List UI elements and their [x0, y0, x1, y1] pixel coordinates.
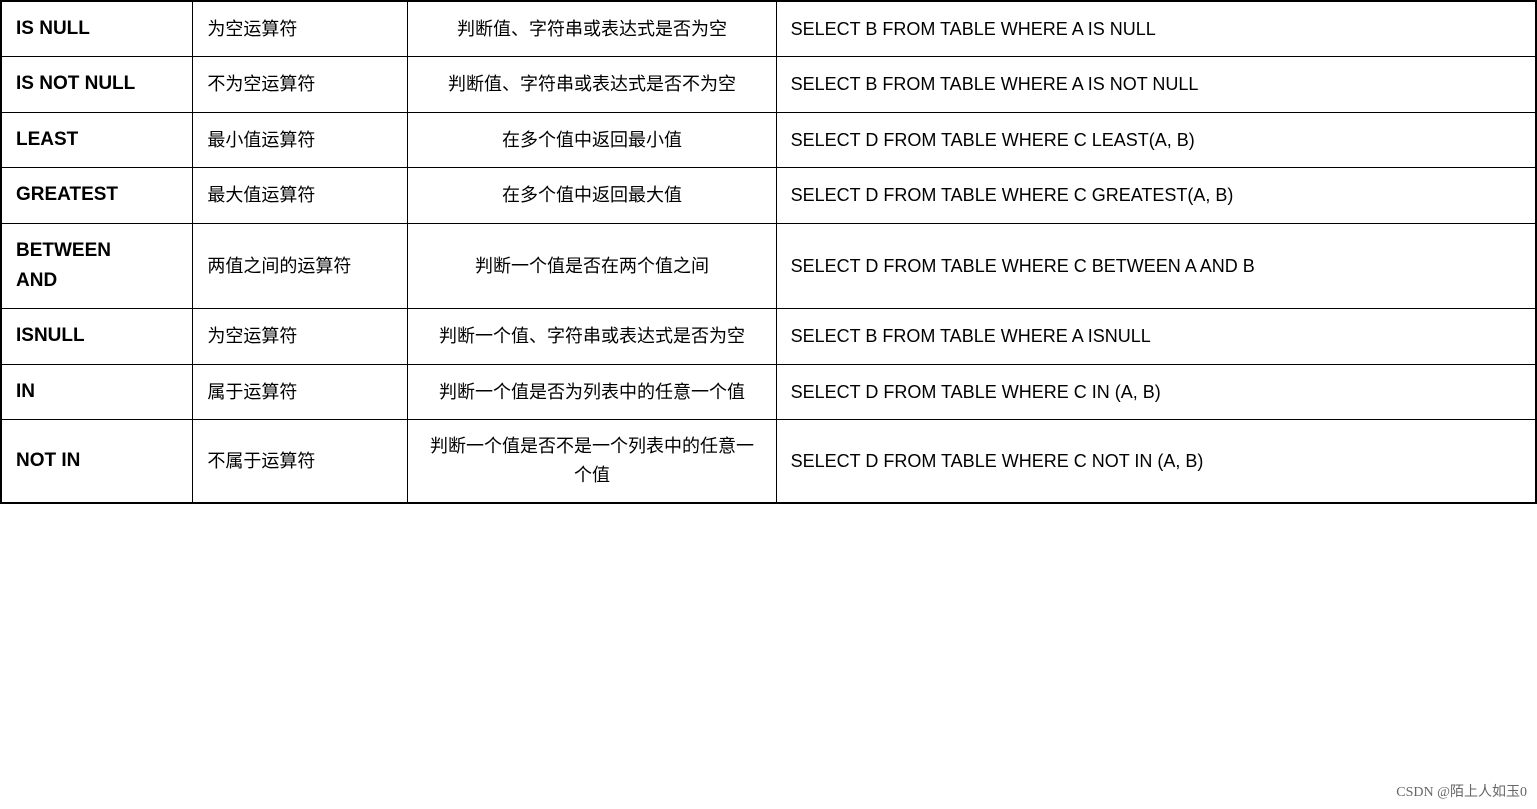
operator-example: SELECT D FROM TABLE WHERE C BETWEEN A AN… — [776, 223, 1536, 309]
table-row: BETWEEN AND两值之间的运算符判断一个值是否在两个值之间SELECT D… — [1, 223, 1536, 309]
operator-explanation: 在多个值中返回最大值 — [408, 168, 776, 223]
operator-example: SELECT B FROM TABLE WHERE A ISNULL — [776, 309, 1536, 364]
operator-description: 不属于运算符 — [193, 420, 408, 503]
table-row: ISNULL为空运算符判断一个值、字符串或表达式是否为空SELECT B FRO… — [1, 309, 1536, 364]
operator-name: BETWEEN AND — [1, 223, 193, 309]
operators-table: IS NULL为空运算符判断值、字符串或表达式是否为空SELECT B FROM… — [0, 0, 1537, 504]
operator-example: SELECT D FROM TABLE WHERE C LEAST(A, B) — [776, 112, 1536, 167]
operator-example: SELECT B FROM TABLE WHERE A IS NULL — [776, 1, 1536, 57]
operator-description: 最小值运算符 — [193, 112, 408, 167]
table-row: GREATEST最大值运算符在多个值中返回最大值SELECT D FROM TA… — [1, 168, 1536, 223]
table-row: IS NOT NULL不为空运算符判断值、字符串或表达式是否不为空SELECT … — [1, 57, 1536, 112]
watermark: CSDN @陌上人如玉0 — [1396, 781, 1527, 801]
operator-name: GREATEST — [1, 168, 193, 223]
operator-description: 属于运算符 — [193, 364, 408, 419]
operator-name: IS NULL — [1, 1, 193, 57]
table-row: IN属于运算符判断一个值是否为列表中的任意一个值SELECT D FROM TA… — [1, 364, 1536, 419]
operator-explanation: 判断一个值是否不是一个列表中的任意一个值 — [408, 420, 776, 503]
operator-description: 为空运算符 — [193, 309, 408, 364]
operator-example: SELECT D FROM TABLE WHERE C GREATEST(A, … — [776, 168, 1536, 223]
table-row: LEAST最小值运算符在多个值中返回最小值SELECT D FROM TABLE… — [1, 112, 1536, 167]
operator-name: LEAST — [1, 112, 193, 167]
operator-name: IN — [1, 364, 193, 419]
operator-example: SELECT D FROM TABLE WHERE C IN (A, B) — [776, 364, 1536, 419]
operator-explanation: 在多个值中返回最小值 — [408, 112, 776, 167]
operator-example: SELECT D FROM TABLE WHERE C NOT IN (A, B… — [776, 420, 1536, 503]
table-container: IS NULL为空运算符判断值、字符串或表达式是否为空SELECT B FROM… — [0, 0, 1537, 809]
table-row: IS NULL为空运算符判断值、字符串或表达式是否为空SELECT B FROM… — [1, 1, 1536, 57]
operator-description: 两值之间的运算符 — [193, 223, 408, 309]
operator-name: IS NOT NULL — [1, 57, 193, 112]
operator-explanation: 判断值、字符串或表达式是否不为空 — [408, 57, 776, 112]
operator-explanation: 判断值、字符串或表达式是否为空 — [408, 1, 776, 57]
operator-example: SELECT B FROM TABLE WHERE A IS NOT NULL — [776, 57, 1536, 112]
operator-description: 最大值运算符 — [193, 168, 408, 223]
operator-explanation: 判断一个值是否在两个值之间 — [408, 223, 776, 309]
operator-description: 为空运算符 — [193, 1, 408, 57]
operator-explanation: 判断一个值是否为列表中的任意一个值 — [408, 364, 776, 419]
operator-description: 不为空运算符 — [193, 57, 408, 112]
table-row: NOT IN不属于运算符判断一个值是否不是一个列表中的任意一个值SELECT D… — [1, 420, 1536, 503]
operator-explanation: 判断一个值、字符串或表达式是否为空 — [408, 309, 776, 364]
operator-name: ISNULL — [1, 309, 193, 364]
operator-name: NOT IN — [1, 420, 193, 503]
